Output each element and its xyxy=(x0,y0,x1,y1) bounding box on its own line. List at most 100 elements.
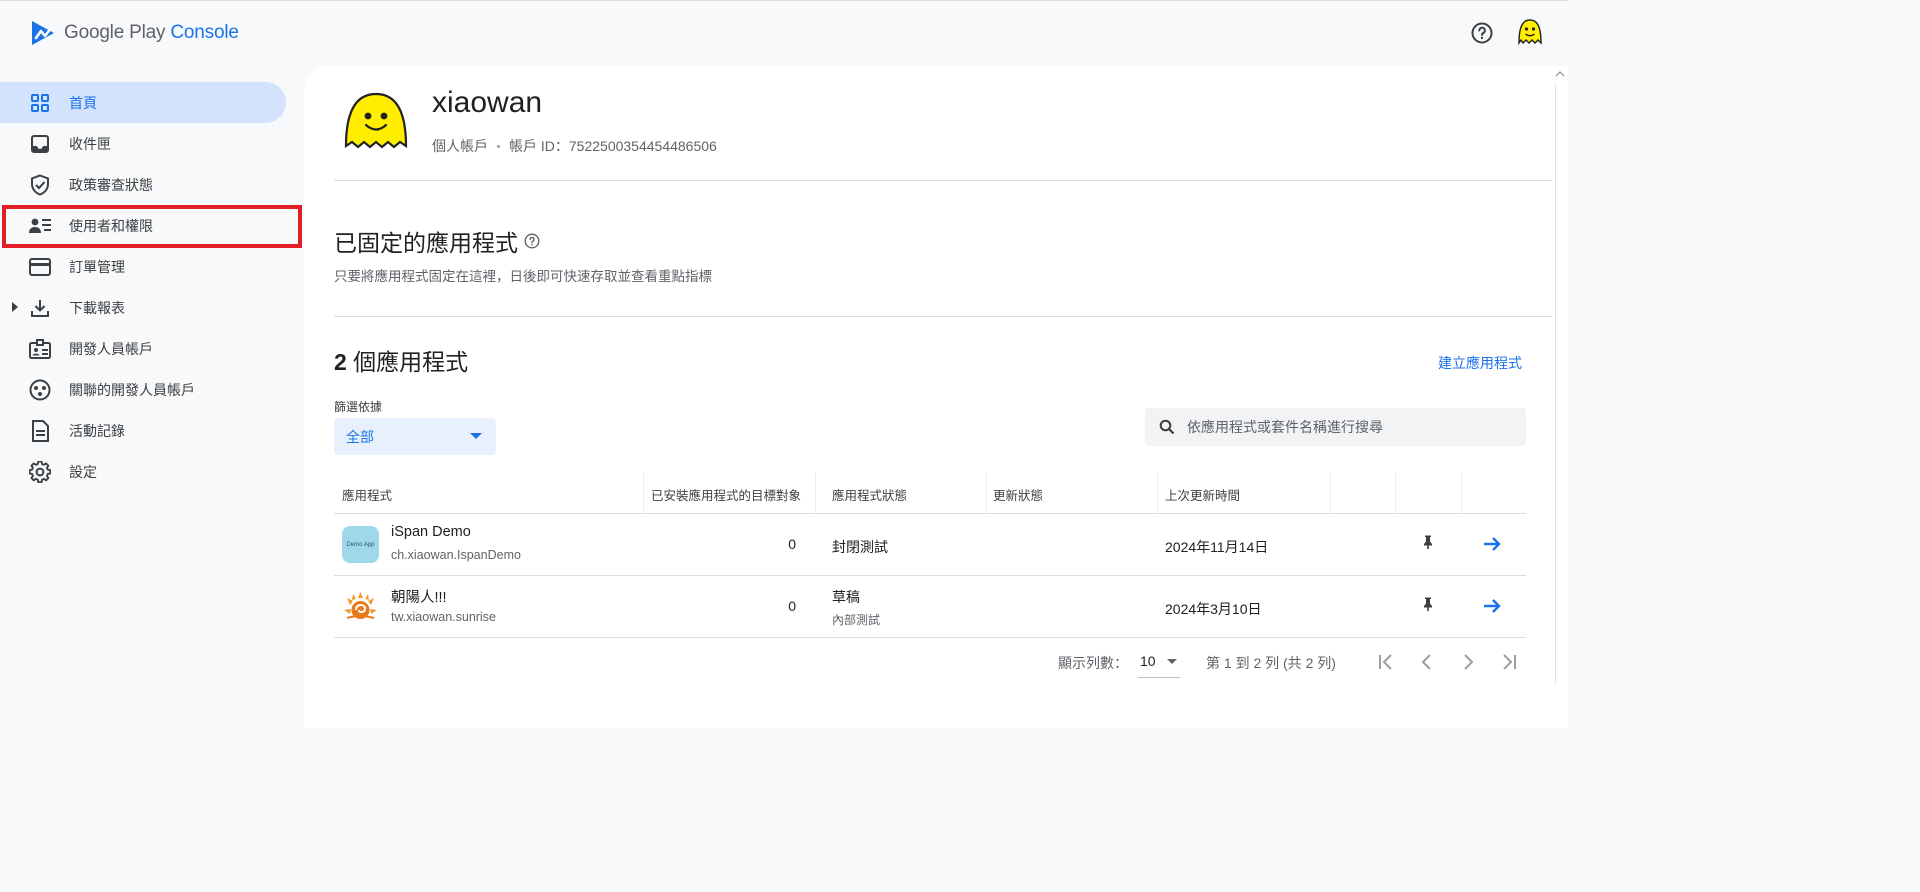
sidebar-item-home[interactable]: 首頁 xyxy=(0,82,286,123)
col-header-installed-audience[interactable]: 已安裝應用程式的目標對象 xyxy=(643,472,801,514)
column-separator xyxy=(1330,472,1331,514)
col-header-update-status[interactable]: 更新狀態 xyxy=(985,472,1043,514)
sidebar-item-label: 下載報表 xyxy=(69,299,125,316)
app-status: 封閉測試 xyxy=(832,539,888,555)
next-page-icon[interactable] xyxy=(1456,650,1480,674)
search-input[interactable] xyxy=(1187,419,1507,435)
app-icon-label: Demo App xyxy=(346,541,375,548)
app-name[interactable]: 朝陽人!!! xyxy=(391,586,447,607)
vertical-scrollbar[interactable] xyxy=(1552,66,1568,728)
arrow-right-icon[interactable] xyxy=(1481,595,1503,617)
document-icon xyxy=(29,419,51,442)
last-updated: 2024年11月14日 xyxy=(1165,539,1269,555)
pin-icon[interactable] xyxy=(1420,596,1436,612)
help-icon[interactable] xyxy=(524,233,540,249)
app-icon xyxy=(344,592,377,619)
table-header: 應用程式 已安裝應用程式的目標對象 應用程式狀態 更新狀態 上次更新時間 xyxy=(334,472,1526,514)
last-page-icon[interactable] xyxy=(1497,650,1521,674)
sidebar-item-download-reports[interactable]: 下載報表 xyxy=(0,287,286,328)
create-app-link[interactable]: 建立應用程式 xyxy=(1438,353,1522,373)
sidebar-item-developer-account[interactable]: 開發人員帳戶 xyxy=(0,328,286,369)
divider xyxy=(334,316,1552,317)
sidebar-item-order-management[interactable]: 訂單管理 xyxy=(0,246,286,287)
sidebar-item-settings[interactable]: 設定 xyxy=(0,451,286,492)
sidebar-item-label: 開發人員帳戶 xyxy=(69,340,153,357)
shield-check-icon xyxy=(29,173,51,196)
sidebar-item-label: 收件匣 xyxy=(69,135,111,152)
filter-value: 全部 xyxy=(346,428,374,445)
sidebar-item-label: 活動記錄 xyxy=(69,422,125,439)
sidebar-item-inbox[interactable]: 收件匣 xyxy=(0,123,286,164)
pinned-apps-subtitle: 只要將應用程式固定在這裡，日後即可快速存取並查看重點指標 xyxy=(334,269,712,284)
sidebar-item-policy-status[interactable]: 政策審查狀態 xyxy=(0,164,286,205)
col-header-app-status[interactable]: 應用程式狀態 xyxy=(824,472,907,514)
highlight-annotation-box xyxy=(2,205,302,248)
sidebar-nav: 首頁 收件匣 政策審查狀態 使用者和權限 訂單管理 下載報表 開發人員帳戶 關聯… xyxy=(0,82,300,492)
table-row[interactable]: Demo App iSpan Demo ch.xiaowan.IspanDemo… xyxy=(334,514,1526,576)
app-icon: Demo App xyxy=(342,526,379,563)
apps-count-suffix: 個應用程式 xyxy=(346,349,469,375)
download-icon xyxy=(29,297,51,319)
column-separator xyxy=(815,472,816,514)
col-header-app[interactable]: 應用程式 xyxy=(334,472,392,514)
previous-page-icon[interactable] xyxy=(1415,650,1439,674)
account-type: 個人帳戶 xyxy=(432,138,488,154)
scrollbar-thumb[interactable] xyxy=(1555,84,1565,684)
separator-dot xyxy=(497,144,500,148)
pagination-range: 第 1 到 2 列 (共 2 列) xyxy=(1206,655,1336,671)
installed-audience-value: 0 xyxy=(788,536,796,552)
help-icon xyxy=(1471,22,1493,44)
table-row[interactable]: 朝陽人!!! tw.xiaowan.sunrise 0 草稿 內部測試 2024… xyxy=(334,576,1526,638)
inbox-icon xyxy=(29,133,51,155)
badge-icon xyxy=(29,338,51,360)
expand-caret-icon[interactable] xyxy=(11,301,19,313)
sidebar-item-label: 訂單管理 xyxy=(69,258,125,275)
app-package: ch.xiaowan.IspanDemo xyxy=(391,548,521,562)
account-name: xiaowan xyxy=(432,86,543,119)
logo-text: Google Play Console xyxy=(64,22,239,44)
filter-dropdown[interactable]: 全部 xyxy=(334,418,496,455)
rows-per-page-label: 顯示列數： xyxy=(1058,655,1128,671)
column-separator xyxy=(1395,472,1396,514)
sidebar-item-activity-log[interactable]: 活動記錄 xyxy=(0,410,286,451)
google-play-console-logo[interactable]: Google Play Console xyxy=(30,19,239,47)
pin-icon[interactable] xyxy=(1420,534,1436,550)
pinned-apps-title-text: 已固定的應用程式 xyxy=(334,230,518,256)
top-bar: Google Play Console xyxy=(0,0,1568,66)
linked-accounts-icon xyxy=(29,379,51,401)
app-package: tw.xiaowan.sunrise xyxy=(391,610,496,624)
logo-console: Console xyxy=(170,22,239,43)
main-content: xiaowan 個人帳戶 帳戶 ID：7522500354454486506 已… xyxy=(304,66,1552,728)
logo-google-play: Google Play xyxy=(64,22,166,43)
rows-per-page-select[interactable]: 10 xyxy=(1138,650,1180,678)
apps-count-heading: 2 個應用程式 xyxy=(334,343,468,377)
dropdown-caret-icon xyxy=(1167,659,1177,664)
app-search-box[interactable] xyxy=(1145,408,1526,446)
sidebar-item-label: 政策審查狀態 xyxy=(69,176,153,193)
search-icon xyxy=(1159,419,1175,435)
sidebar-item-label: 關聯的開發人員帳戶 xyxy=(69,381,195,398)
last-updated: 2024年3月10日 xyxy=(1165,601,1262,617)
pagination: 顯示列數： 10 第 1 到 2 列 (共 2 列) xyxy=(1058,650,1528,682)
app-name[interactable]: iSpan Demo xyxy=(391,524,471,540)
column-separator xyxy=(1461,472,1462,514)
gear-icon xyxy=(29,460,51,483)
account-avatar xyxy=(344,92,408,149)
col-header-last-updated[interactable]: 上次更新時間 xyxy=(1157,472,1240,514)
first-page-icon[interactable] xyxy=(1374,650,1398,674)
account-meta: 個人帳戶 帳戶 ID：7522500354454486506 xyxy=(432,136,717,156)
dropdown-caret-icon xyxy=(470,433,482,439)
play-console-logo-icon xyxy=(32,21,54,45)
apps-table: 應用程式 已安裝應用程式的目標對象 應用程式狀態 更新狀態 上次更新時間 Dem… xyxy=(334,472,1526,638)
scroll-up-arrow-icon[interactable] xyxy=(1552,66,1568,82)
avatar xyxy=(1518,19,1542,46)
credit-card-icon xyxy=(29,256,51,278)
sidebar-item-linked-developer-accounts[interactable]: 關聯的開發人員帳戶 xyxy=(0,369,286,410)
sidebar-item-label: 首頁 xyxy=(69,94,97,111)
apps-count-number: 2 xyxy=(334,349,347,375)
installed-audience-value: 0 xyxy=(788,598,796,614)
arrow-right-icon[interactable] xyxy=(1481,533,1503,555)
account-id: 帳戶 ID：7522500354454486506 xyxy=(509,138,717,154)
account-avatar-button[interactable] xyxy=(1515,17,1545,47)
help-button[interactable] xyxy=(1470,21,1494,45)
